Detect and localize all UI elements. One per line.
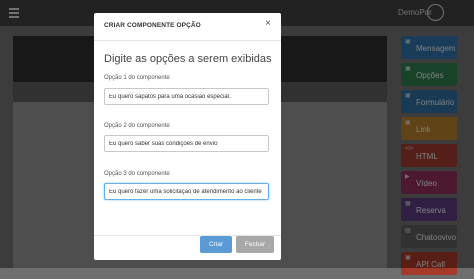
modal-title: CRIAR COMPONENTE OPÇÃO <box>104 22 201 29</box>
option-1-label: Opção 1 do componente <box>104 75 170 81</box>
close-icon[interactable]: × <box>265 19 271 29</box>
option-2-input[interactable] <box>104 135 269 152</box>
option-2-label: Opção 2 do componente <box>104 123 170 129</box>
option-3-input[interactable] <box>104 183 269 200</box>
modal-header: CRIAR COMPONENTE OPÇÃO × <box>94 13 281 41</box>
option-3-label: Opção 3 do componente <box>104 171 170 177</box>
create-button[interactable]: Criar <box>200 236 232 253</box>
create-option-modal: CRIAR COMPONENTE OPÇÃO × Digite as opçõe… <box>94 13 281 260</box>
close-button[interactable]: Fechar <box>236 236 274 253</box>
option-1-input[interactable] <box>104 88 269 105</box>
modal-heading: Digite as opções a serem exibidas <box>104 53 272 65</box>
